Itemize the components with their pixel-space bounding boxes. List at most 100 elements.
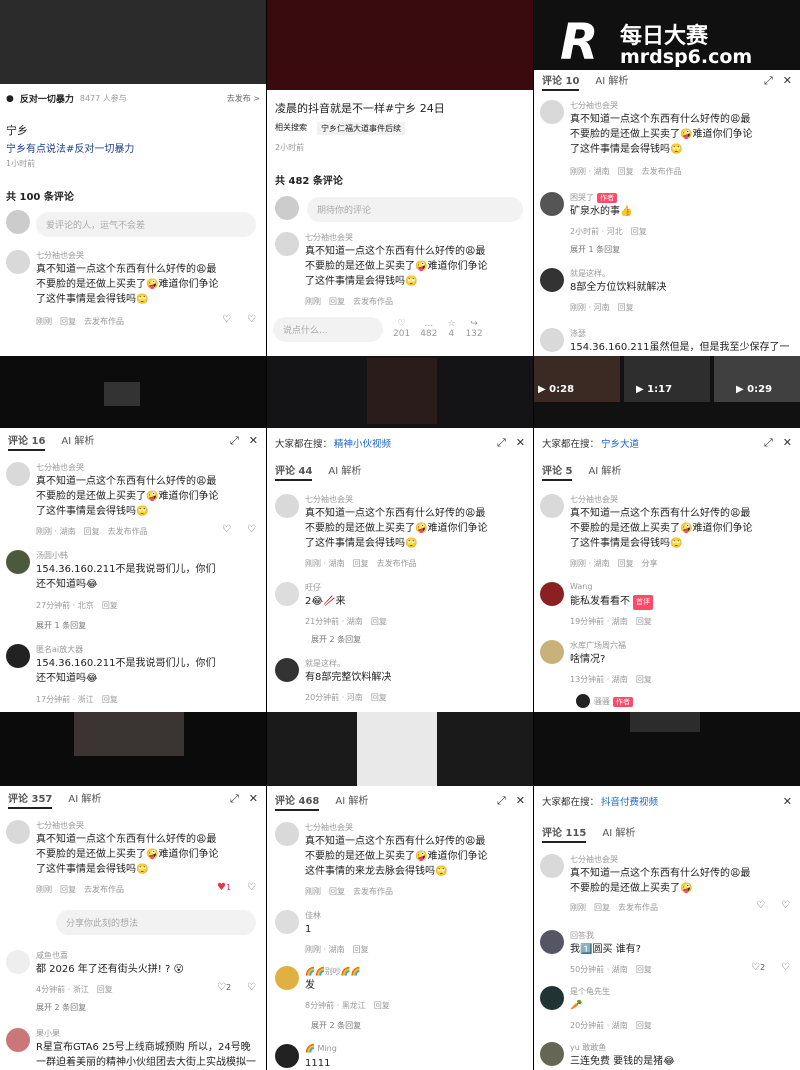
comment-user[interactable]: 回答我: [570, 930, 594, 941]
tab-ai[interactable]: AI 解析: [68, 790, 101, 809]
dislike-icon[interactable]: ♡: [247, 314, 256, 325]
comment-user[interactable]: 骚骚 作者: [594, 696, 633, 707]
tab-comments[interactable]: 评论 16: [8, 432, 46, 451]
tab-comments[interactable]: 评论 10: [542, 72, 580, 91]
video-thumbnail[interactable]: [0, 0, 266, 84]
video-strip: [0, 712, 266, 786]
avatar: [6, 820, 30, 844]
comment-user[interactable]: 水库广场周六福: [570, 640, 626, 651]
comment-user[interactable]: 七分袖也会哭: [36, 250, 84, 261]
publish-link[interactable]: 去发布 >: [227, 93, 260, 104]
comment-user[interactable]: yu 敢敢鱼: [570, 1042, 606, 1053]
video-duration[interactable]: ▶ 0:29: [736, 384, 772, 395]
share-input[interactable]: 分享你此刻的想法: [56, 910, 256, 935]
close-icon[interactable]: ✕: [516, 436, 525, 450]
search-suggestion[interactable]: 宁乡大道: [601, 436, 639, 450]
dislike-icon[interactable]: ♡: [247, 982, 256, 993]
search-header[interactable]: 大家都在搜： 宁乡大道 ⤢ ✕: [534, 430, 800, 456]
video-strip: [267, 712, 533, 786]
comment-user[interactable]: 七分袖也会哭: [570, 854, 618, 865]
comment-user[interactable]: 佳林: [305, 910, 321, 921]
tab-comments[interactable]: 评论 5: [542, 462, 573, 481]
comment-input[interactable]: 期待你的评论: [307, 197, 523, 222]
close-icon[interactable]: ✕: [516, 794, 525, 808]
search-header[interactable]: 大家都在搜： 抖音付费视频 ✕: [534, 788, 800, 814]
tab-ai[interactable]: AI 解析: [602, 824, 635, 843]
tab-ai[interactable]: AI 解析: [335, 792, 368, 811]
expand-icon[interactable]: ⤢: [497, 794, 506, 808]
expand-replies[interactable]: 展开 2 条回复: [36, 1002, 86, 1013]
comment-user[interactable]: 七分袖也会哭: [305, 494, 353, 505]
expand-replies[interactable]: 展开 2 条回复: [311, 634, 361, 645]
comment-user[interactable]: 汤圆小韩: [36, 550, 68, 561]
heart-icon[interactable]: ♥1: [217, 882, 231, 893]
star-button[interactable]: ☆ 4: [447, 319, 455, 339]
comment-user[interactable]: 🌈 Ming: [305, 1044, 337, 1053]
comment-user[interactable]: 匿名ai放大器: [36, 644, 83, 655]
say-input[interactable]: 说点什么...: [273, 316, 383, 342]
avatar: [275, 1044, 299, 1068]
comment-user[interactable]: Wang: [570, 582, 592, 591]
tab-comments[interactable]: 评论 357: [8, 790, 53, 809]
expand-icon[interactable]: ⤢: [764, 74, 773, 88]
tab-comments[interactable]: 评论 44: [275, 462, 313, 481]
comment-user[interactable]: 七分袖也会哭: [305, 232, 353, 243]
expand-replies[interactable]: 展开 1 条回复: [570, 244, 620, 255]
comment-user[interactable]: 旺仔: [305, 582, 321, 593]
heart-icon[interactable]: ♡2: [751, 962, 765, 973]
search-header[interactable]: 大家都在搜： 精神小伙视频 ⤢ ✕: [267, 430, 533, 456]
comment-user[interactable]: 咸鱼也喜: [36, 950, 68, 961]
expand-icon[interactable]: ⤢: [230, 434, 239, 448]
close-icon[interactable]: ✕: [783, 436, 792, 450]
comment-meta: 刚刚 · 河南 回复: [570, 303, 634, 312]
expand-icon[interactable]: ⤢: [497, 436, 506, 450]
comment-user[interactable]: 七分袖也会哭: [305, 822, 353, 833]
heart-icon[interactable]: ♡: [222, 524, 231, 535]
search-suggestion[interactable]: 精神小伙视频: [334, 436, 391, 450]
comment-user[interactable]: 是个龟先生: [570, 986, 610, 997]
like-button[interactable]: ♡ 201: [393, 319, 410, 339]
video-duration[interactable]: ▶ 0:28: [538, 384, 574, 395]
expand-icon[interactable]: ⤢: [764, 436, 773, 450]
search-suggestion[interactable]: 抖音付费视频: [601, 794, 658, 808]
dislike-icon[interactable]: ♡: [247, 882, 256, 893]
video-thumbnail[interactable]: [267, 0, 533, 90]
heart-icon[interactable]: ♡: [222, 314, 231, 325]
topic-banner[interactable]: ● 反对一切暴力 8477 人参与 去发布 >: [6, 92, 260, 106]
heart-icon[interactable]: ♡2: [217, 982, 231, 993]
comment-user[interactable]: 🌈🌈别吵🌈🌈: [305, 966, 361, 977]
tab-comments[interactable]: 评论 115: [542, 824, 587, 843]
close-icon[interactable]: ✕: [783, 74, 792, 88]
close-icon[interactable]: ✕: [249, 792, 258, 806]
related-search[interactable]: 相关搜索 宁乡仁福大道事件后续: [275, 122, 405, 135]
comment-user[interactable]: 困哭了 作者: [570, 192, 617, 203]
comment-user[interactable]: 七分袖也会哭: [36, 462, 84, 473]
dislike-icon[interactable]: ♡: [781, 900, 790, 911]
expand-replies[interactable]: 展开 1 条回复: [36, 620, 86, 631]
comment-user[interactable]: 果小果: [36, 1028, 60, 1039]
share-button[interactable]: ↪ 132: [465, 319, 482, 339]
comment-user[interactable]: 就是这样。: [570, 268, 610, 279]
dislike-icon[interactable]: ♡: [247, 524, 256, 535]
comment-button[interactable]: … 482: [420, 319, 437, 339]
comment-user[interactable]: 涤瑟: [570, 328, 586, 339]
comment-user[interactable]: 七分袖也会哭: [570, 494, 618, 505]
expand-icon[interactable]: ⤢: [230, 792, 239, 806]
comment-text: 三连免费 要钱的是猪😂: [570, 1056, 675, 1067]
close-icon[interactable]: ✕: [783, 795, 792, 808]
heart-icon[interactable]: ♡: [756, 900, 765, 911]
tab-ai[interactable]: AI 解析: [595, 72, 628, 91]
tab-ai[interactable]: AI 解析: [328, 462, 361, 481]
tab-ai[interactable]: AI 解析: [61, 432, 94, 451]
close-icon[interactable]: ✕: [249, 434, 258, 448]
tab-comments[interactable]: 评论 468: [275, 792, 320, 811]
comment-input[interactable]: 爱评论的人，运气不会差: [36, 212, 256, 237]
comment-user[interactable]: 就是这样。: [305, 658, 345, 669]
tab-ai[interactable]: AI 解析: [588, 462, 621, 481]
comment-user[interactable]: 七分袖也会哭: [570, 100, 618, 111]
dislike-icon[interactable]: ♡: [781, 962, 790, 973]
expand-replies[interactable]: 展开 2 条回复: [311, 1020, 361, 1031]
video-duration[interactable]: ▶ 1:17: [636, 384, 672, 395]
comment-user[interactable]: 七分袖也会哭: [36, 820, 84, 831]
reply-button[interactable]: 回复: [60, 317, 76, 326]
